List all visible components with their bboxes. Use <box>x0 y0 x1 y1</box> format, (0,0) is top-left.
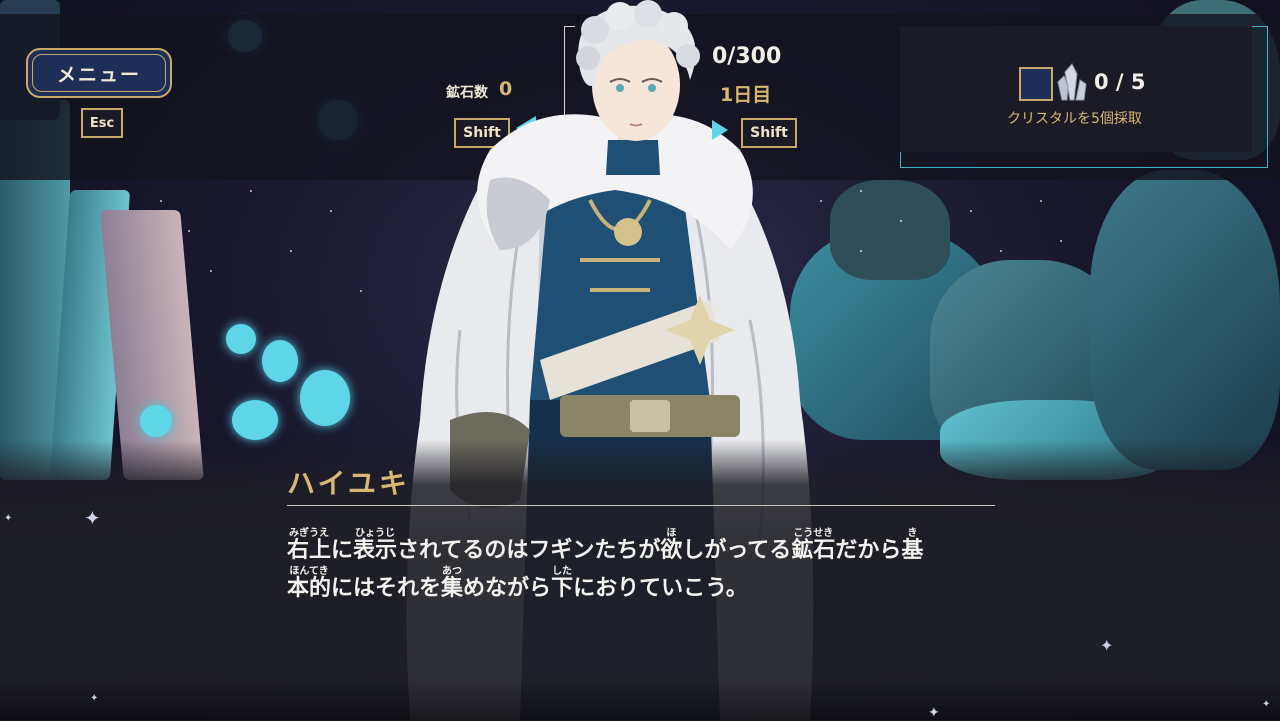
star <box>1000 250 1002 252</box>
furigana: ほんてき <box>287 566 332 577</box>
furigana: みぎうえ <box>287 528 331 539</box>
dialogue-line-1: 右上みぎうえに表示ひょうじされてるのはフギンたちが欲ほしがってる鉱石こうせきだか… <box>287 528 923 564</box>
dialogue-text: されてるのはフギンたちが <box>397 538 661 563</box>
ruby-word: 本的ほんてき <box>287 566 332 601</box>
dialogue-text: にはそれを <box>331 576 442 601</box>
ruby-word: 欲ほ <box>660 528 683 563</box>
star <box>160 200 162 202</box>
dialogue-text: しがってる <box>682 538 792 563</box>
speaker-name: ハイユキ <box>287 467 410 500</box>
star <box>188 230 190 232</box>
shift-key-hint-right: Shift <box>741 118 797 148</box>
star <box>970 210 972 212</box>
glow-orb <box>262 340 298 382</box>
sparkle-icon: ✦ <box>90 693 99 704</box>
ruby-word: 鉱石こうせき <box>791 528 836 563</box>
glow-orb <box>300 370 350 426</box>
cave-rock <box>830 180 950 280</box>
star <box>1060 240 1062 242</box>
ruby-word: 表示ひょうじ <box>353 528 398 563</box>
glow-orb <box>140 405 172 437</box>
dialogue-text: におりていこう。 <box>573 576 748 601</box>
page-arrow-right-icon[interactable] <box>712 120 728 140</box>
quest-checkbox <box>1019 67 1053 101</box>
ruby-word: 下した <box>551 566 574 601</box>
dialogue-text: めながら <box>463 576 552 601</box>
star <box>360 290 362 292</box>
sparkle-icon: ✦ <box>84 506 101 530</box>
furigana: ほ <box>660 528 683 539</box>
menu-button-label: メニュー <box>56 63 141 86</box>
star <box>250 190 252 192</box>
star <box>860 250 862 252</box>
furigana: ひょうじ <box>353 528 398 539</box>
menu-button[interactable]: メニュー <box>26 48 172 98</box>
star <box>900 220 902 222</box>
star <box>290 250 292 252</box>
sparkle-icon: ✦ <box>4 513 13 524</box>
cave-rock <box>1090 170 1280 470</box>
star <box>210 270 212 272</box>
ruby-word: 集あつ <box>441 566 464 601</box>
speaker-divider <box>287 505 995 506</box>
furigana: こうせき <box>791 528 836 539</box>
day-counter: 1日目 <box>720 84 772 106</box>
star <box>330 210 332 212</box>
crystal-cluster-icon <box>1057 63 1087 101</box>
dialogue-line-2: 本的ほんてきにはそれを集あつめながら下したにおりていこう。 <box>287 566 748 602</box>
star <box>1040 200 1042 202</box>
sparkle-icon: ✦ <box>1100 636 1114 655</box>
furigana: き <box>901 528 924 539</box>
glow-orb <box>232 400 278 440</box>
ruby-word: 右上みぎうえ <box>287 528 332 563</box>
depth-progress: 0/300 <box>712 44 782 69</box>
quest-objective: クリスタルを5個採取 <box>1007 111 1142 127</box>
glow-orb <box>226 324 256 354</box>
esc-key-hint: Esc <box>81 108 123 138</box>
sparkle-icon: ✦ <box>1262 699 1271 710</box>
sparkle-icon: ✦ <box>928 705 940 721</box>
dialogue-text: に <box>331 538 354 563</box>
furigana: あつ <box>441 566 464 577</box>
ruby-word: 基き <box>901 528 924 563</box>
star <box>860 190 862 192</box>
quest-progress: 0 / 5 <box>1094 70 1146 94</box>
furigana: した <box>551 566 574 577</box>
dialogue-text: だから <box>835 538 902 563</box>
